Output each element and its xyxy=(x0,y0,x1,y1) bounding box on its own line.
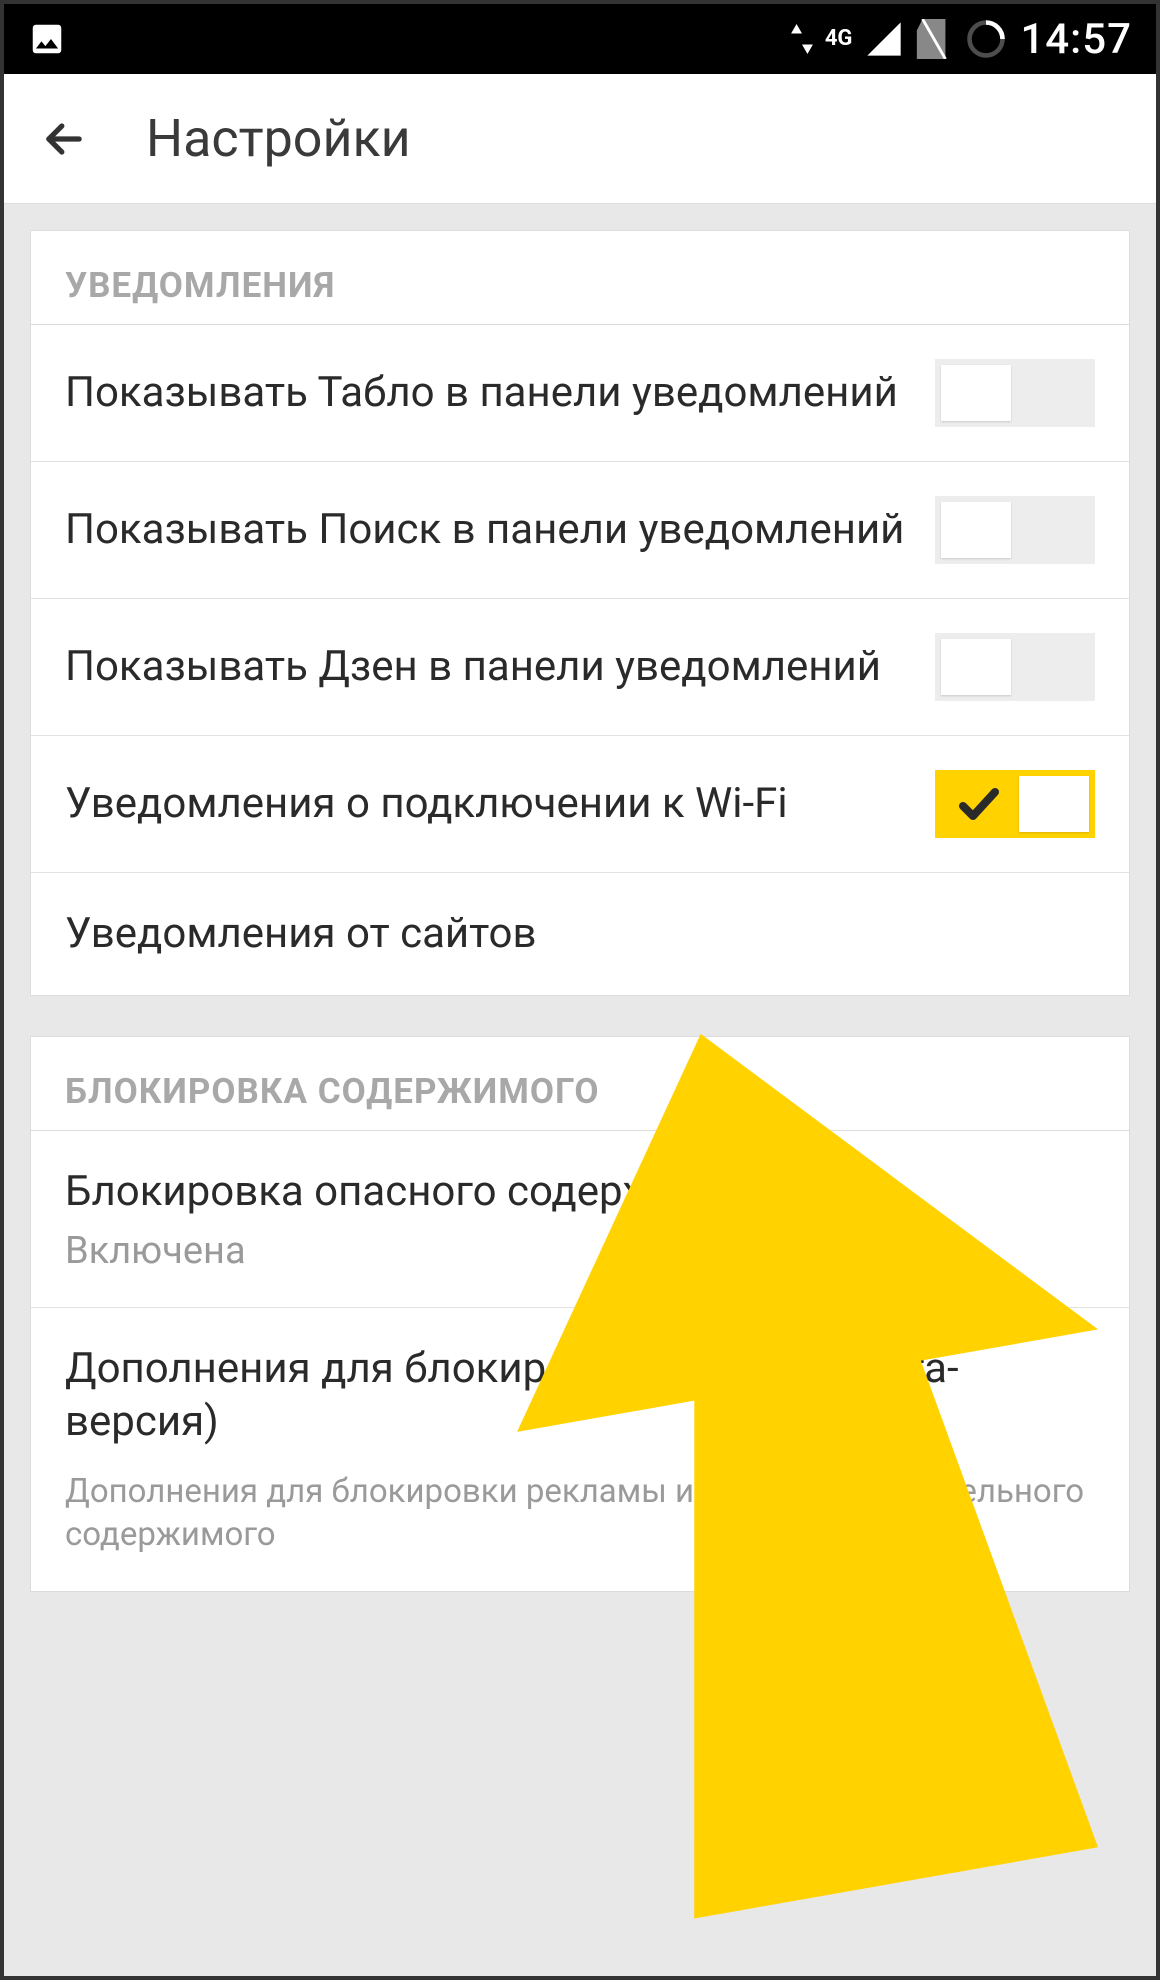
setting-label: Показывать Дзен в панели уведомлений xyxy=(65,640,935,694)
check-icon xyxy=(955,780,1003,832)
setting-label: Показывать Табло в панели уведомлений xyxy=(65,366,935,420)
updown-icon xyxy=(791,24,813,54)
image-icon xyxy=(28,20,66,58)
setting-row-block-dangerous[interactable]: Блокировка опасного содержимого Включена xyxy=(31,1131,1129,1308)
setting-row-tablo[interactable]: Показывать Табло в панели уведомлений xyxy=(31,325,1129,462)
notifications-section: УВЕДОМЛЕНИЯ Показывать Табло в панели ув… xyxy=(30,230,1130,996)
setting-row-search[interactable]: Показывать Поиск в панели уведомлений xyxy=(31,462,1129,599)
section-header-blocking: БЛОКИРОВКА СОДЕРЖИМОГО xyxy=(31,1037,1129,1131)
app-bar: Настройки xyxy=(4,74,1156,204)
setting-label: Блокировка опасного содержимого xyxy=(65,1165,775,1219)
back-arrow-icon[interactable] xyxy=(38,113,90,165)
setting-label: Уведомления о подключении к Wi-Fi xyxy=(65,777,935,831)
network-type: 4G xyxy=(825,32,853,46)
setting-row-zen[interactable]: Показывать Дзен в панели уведомлений xyxy=(31,599,1129,736)
setting-desc: Дополнения для блокировки рекламы и друг… xyxy=(65,1471,1095,1557)
clock-time: 14:57 xyxy=(1020,15,1132,64)
page-title: Настройки xyxy=(146,108,411,169)
sim-icon xyxy=(916,19,952,59)
setting-row-wifi[interactable]: Уведомления о подключении к Wi-Fi xyxy=(31,736,1129,873)
toggle-tablo[interactable] xyxy=(935,359,1095,427)
setting-row-ad-blocking[interactable]: Дополнения для блокировки рекламы (Бета-… xyxy=(31,1308,1129,1591)
loading-icon xyxy=(964,17,1008,61)
signal-icon xyxy=(864,19,904,59)
setting-row-site-notifications[interactable]: Уведомления от сайтов xyxy=(31,873,1129,995)
setting-label: Уведомления от сайтов xyxy=(65,907,1095,961)
setting-label: Показывать Поиск в панели уведомлений xyxy=(65,503,935,557)
toggle-search[interactable] xyxy=(935,496,1095,564)
toggle-zen[interactable] xyxy=(935,633,1095,701)
setting-sub: Включена xyxy=(65,1229,775,1273)
toggle-wifi[interactable] xyxy=(935,770,1095,838)
setting-label: Дополнения для блокировки рекламы (Бета-… xyxy=(65,1342,1095,1450)
status-bar: 4G 14:57 xyxy=(4,4,1156,74)
section-header-notifications: УВЕДОМЛЕНИЯ xyxy=(31,231,1129,325)
content-blocking-section: БЛОКИРОВКА СОДЕРЖИМОГО Блокировка опасно… xyxy=(30,1036,1130,1592)
